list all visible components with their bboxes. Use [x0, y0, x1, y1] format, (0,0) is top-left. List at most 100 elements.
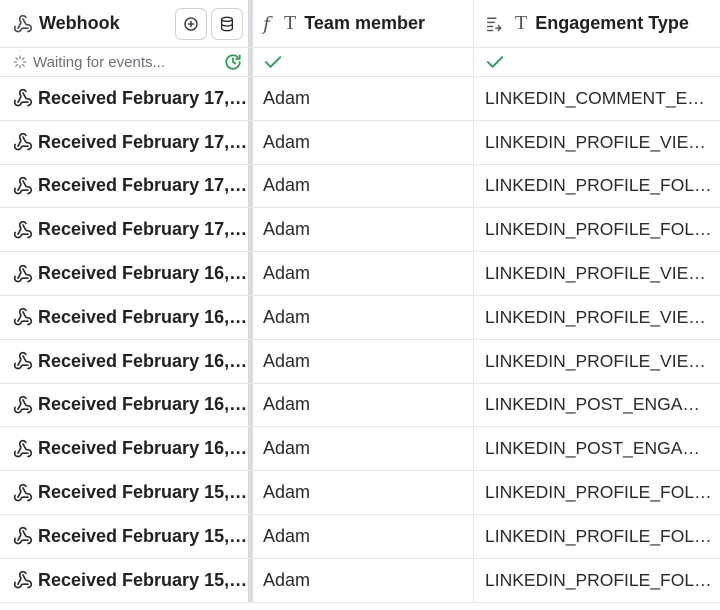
team-member-text: Adam — [263, 438, 311, 459]
webhook-icon — [13, 526, 33, 546]
table-row[interactable]: Received February 15, ... Adam LINKEDIN_PR… — [0, 471, 720, 515]
table-row[interactable]: Received February 16, ... Adam LINKEDIN_PO… — [0, 383, 720, 428]
webhook-cell[interactable]: Received February 17, ... — [0, 121, 248, 164]
table-row[interactable]: Received February 17, ... Adam LINKEDIN_PR… — [0, 164, 720, 209]
engagement-type-text: LINKEDIN_PROFILE_VIEWER — [485, 131, 713, 152]
engagement-type-text: LINKEDIN_POST_ENGAGEM... — [485, 438, 713, 459]
team-member-text: Adam — [263, 482, 311, 503]
team-member-text: Adam — [263, 219, 311, 240]
webhook-cell[interactable]: Received February 16, ... — [0, 340, 248, 383]
column-header-team-member[interactable]: f T Team member — [253, 0, 474, 47]
engagement-type-cell[interactable]: LINKEDIN_PROFILE_VIEWER — [474, 121, 720, 164]
header-actions — [175, 7, 243, 40]
engagement-type-cell[interactable]: LINKEDIN_PROFILE_VIEWER — [474, 340, 720, 383]
refresh-clock-icon[interactable] — [224, 53, 242, 71]
received-text: Received February 17, ... — [38, 219, 248, 240]
webhook-cell[interactable]: Received February 17, ... — [0, 165, 248, 208]
engagement-type-cell[interactable]: LINKEDIN_POST_ENGAGEM... — [474, 427, 720, 470]
list-filter-icon — [485, 15, 505, 33]
webhook-cell[interactable]: Received February 16, ... — [0, 252, 248, 295]
received-text: Received February 17, ... — [38, 175, 248, 196]
column-header-webhook[interactable]: Webhook — [0, 0, 248, 47]
team-member-cell[interactable]: Adam — [253, 383, 474, 427]
received-text: Received February 17, ... — [38, 131, 248, 152]
team-member-text: Adam — [263, 131, 311, 152]
team-member-text: Adam — [263, 569, 311, 590]
team-member-cell[interactable]: Adam — [253, 164, 474, 208]
table-row[interactable]: Received February 15, ... Adam LINKEDIN_PR… — [0, 558, 720, 603]
add-button[interactable] — [175, 7, 207, 40]
team-member-cell[interactable]: Adam — [253, 77, 474, 120]
team-member-cell[interactable]: Adam — [253, 120, 474, 164]
formula-icon: f — [263, 12, 271, 35]
engagement-type-cell[interactable]: LINKEDIN_PROFILE_FOLLO... — [474, 515, 720, 558]
table-row[interactable]: Received February 17, ... Adam LINKEDIN_PR… — [0, 120, 720, 165]
webhook-cell[interactable]: Received February 16, ... — [0, 296, 248, 339]
engagement-type-cell[interactable]: LINKEDIN_POST_ENGAGEM... — [474, 384, 720, 427]
database-icon — [219, 16, 235, 32]
team-member-cell[interactable]: Adam — [253, 296, 474, 339]
webhook-icon — [13, 220, 33, 240]
team-member-text: Adam — [263, 306, 311, 327]
team-member-cell[interactable]: Adam — [253, 515, 474, 558]
webhook-cell[interactable]: Received February 17, ... — [0, 77, 248, 120]
received-text: Received February 16, ... — [38, 394, 248, 415]
engagement-type-text: LINKEDIN_PROFILE_VIEWER — [485, 263, 713, 284]
column-header-label: Engagement Type — [535, 13, 689, 33]
engagement-type-status-cell — [474, 48, 720, 76]
engagement-type-cell[interactable]: LINKEDIN_PROFILE_VIEWER — [474, 296, 720, 339]
webhook-icon — [13, 176, 33, 196]
engagement-type-text: LINKEDIN_PROFILE_VIEWER — [485, 350, 713, 371]
check-icon — [263, 54, 283, 70]
team-member-text: Adam — [263, 394, 311, 415]
team-member-text: Adam — [263, 263, 311, 284]
webhook-icon — [13, 132, 33, 152]
team-member-text: Adam — [263, 87, 311, 108]
table-row[interactable]: Received February 15, ... Adam LINKEDIN_PR… — [0, 515, 720, 559]
table-row[interactable]: Received February 16, ... Adam LINKEDIN_PR… — [0, 339, 720, 384]
table-row[interactable]: Received February 16, ... Adam LINKEDIN_PR… — [0, 252, 720, 296]
webhook-cell[interactable]: Received February 17, ... — [0, 208, 248, 251]
received-text: Received February 15, ... — [38, 482, 248, 503]
webhook-icon — [13, 14, 33, 34]
received-text: Received February 16, ... — [38, 263, 248, 284]
engagement-type-cell[interactable]: LINKEDIN_PROFILE_FOLLO... — [474, 165, 720, 208]
received-text: Received February 16, ... — [38, 350, 248, 371]
engagement-type-cell[interactable]: LINKEDIN_PROFILE_FOLLO... — [474, 471, 720, 514]
engagement-type-cell[interactable]: LINKEDIN_PROFILE_VIEWER — [474, 252, 720, 295]
webhook-cell[interactable]: Received February 15, ... — [0, 471, 248, 514]
team-member-cell[interactable]: Adam — [253, 252, 474, 295]
team-member-cell[interactable]: Adam — [253, 471, 474, 514]
webhook-cell[interactable]: Received February 15, ... — [0, 515, 248, 558]
database-button[interactable] — [211, 7, 243, 40]
engagement-type-text: LINKEDIN_PROFILE_FOLLO... — [485, 525, 713, 546]
webhook-table: Webhook f T Team member T Engagement Typ… — [0, 0, 720, 610]
webhook-icon — [13, 439, 33, 459]
table-row[interactable]: Received February 16, ... Adam LINKEDIN_PR… — [0, 296, 720, 340]
engagement-type-cell[interactable]: LINKEDIN_PROFILE_FOLLO... — [474, 559, 720, 602]
team-member-text: Adam — [263, 175, 311, 196]
webhook-cell[interactable]: Received February 15, ... — [0, 559, 248, 602]
column-header-label: Webhook — [39, 13, 120, 33]
waiting-status-cell: Waiting for events... — [0, 48, 248, 76]
team-member-text: Adam — [263, 350, 311, 371]
table-row[interactable]: Received February 17, ... Adam LINKEDIN_CO… — [0, 77, 720, 121]
webhook-icon — [13, 351, 33, 371]
webhook-cell[interactable]: Received February 16, ... — [0, 384, 248, 427]
team-member-text: Adam — [263, 525, 311, 546]
team-member-cell[interactable]: Adam — [253, 339, 474, 383]
plus-circle-icon — [183, 16, 199, 32]
engagement-type-cell[interactable]: LINKEDIN_PROFILE_FOLLO... — [474, 208, 720, 251]
webhook-icon — [13, 307, 33, 327]
column-header-engagement-type[interactable]: T Engagement Type — [474, 0, 720, 47]
webhook-icon — [13, 264, 33, 284]
webhook-icon — [13, 88, 33, 108]
table-row[interactable]: Received February 16, ... Adam LINKEDIN_PO… — [0, 427, 720, 472]
webhook-cell[interactable]: Received February 16, ... — [0, 427, 248, 470]
table-row[interactable]: Received February 17, ... Adam LINKEDIN_PR… — [0, 208, 720, 253]
team-member-cell[interactable]: Adam — [253, 558, 474, 602]
team-member-cell[interactable]: Adam — [253, 427, 474, 471]
team-member-cell[interactable]: Adam — [253, 208, 474, 252]
loading-spinner-icon — [13, 55, 27, 69]
engagement-type-cell[interactable]: LINKEDIN_COMMENT_ENG... — [474, 77, 720, 120]
